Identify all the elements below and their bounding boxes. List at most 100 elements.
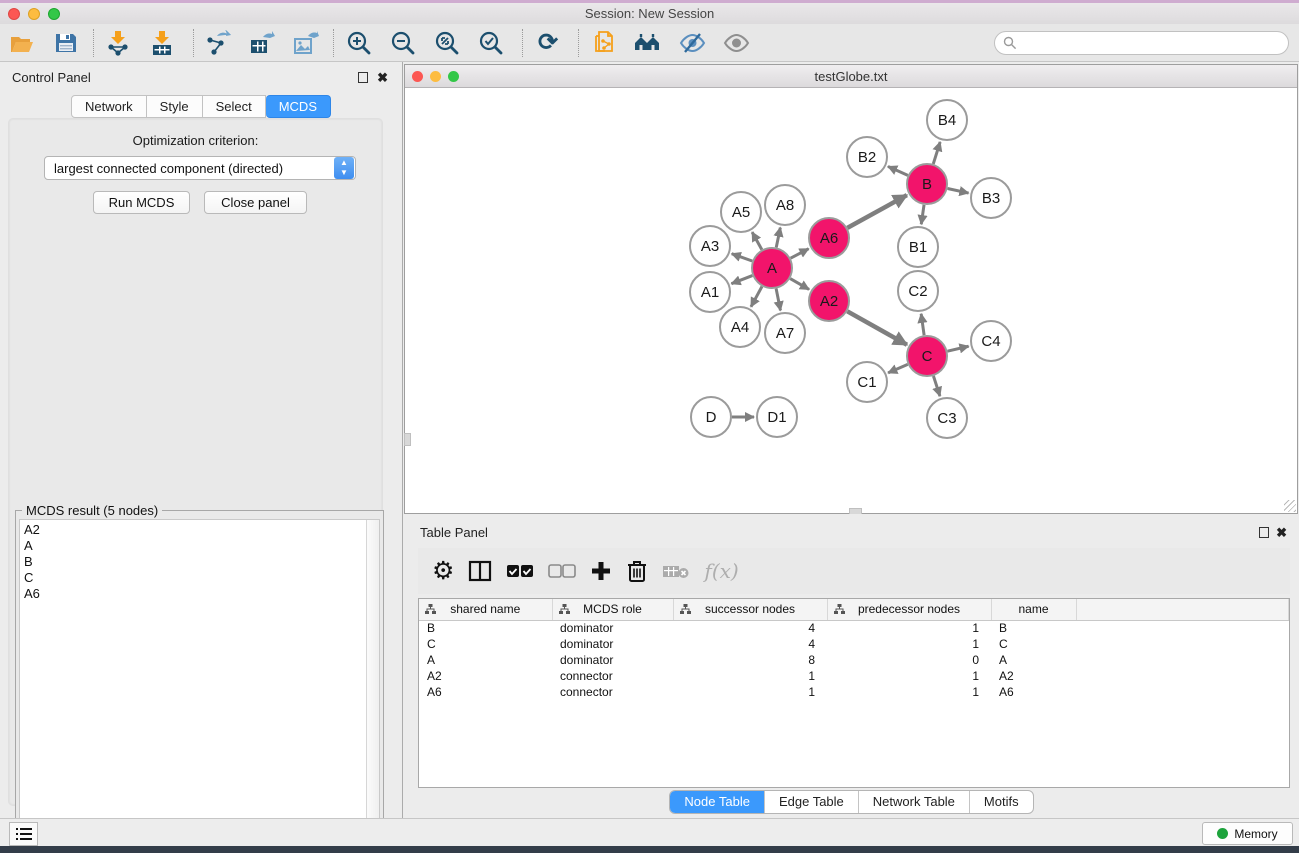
zoom-selected-icon[interactable] (477, 29, 505, 57)
graph-node-A[interactable]: A (752, 248, 792, 288)
table-row[interactable]: Adominator80A (419, 652, 1289, 668)
delete-column-icon[interactable] (626, 556, 648, 586)
canvas-vscroll-stub[interactable] (404, 433, 411, 446)
main-titlebar[interactable]: Session: New Session (0, 3, 1299, 24)
tab-mcds[interactable]: MCDS (266, 95, 331, 118)
graph-edge-A2-C[interactable] (847, 311, 907, 344)
table-row[interactable]: A6connector11A6 (419, 684, 1289, 700)
open-session-icon[interactable] (8, 29, 36, 57)
import-table-icon[interactable] (148, 29, 176, 57)
network-canvas[interactable]: B4B2BB3A8A5A6A3B1AA1C2A2A4A7C4CC1C3DD1 (405, 88, 1297, 513)
graph-node-B1[interactable]: B1 (898, 227, 938, 267)
cell-shared-name[interactable]: A6 (419, 684, 552, 700)
graph-node-B3[interactable]: B3 (971, 178, 1011, 218)
cell-MCDS-role[interactable]: dominator (552, 636, 673, 652)
close-table-panel-icon[interactable]: ✖ (1276, 525, 1287, 541)
graph-node-A2[interactable]: A2 (809, 281, 849, 321)
graph-node-A4[interactable]: A4 (720, 307, 760, 347)
graph-edge-C-C4[interactable] (947, 346, 968, 351)
export-network-icon[interactable] (204, 29, 232, 57)
cell-name[interactable]: A (991, 652, 1076, 668)
graph-node-C4[interactable]: C4 (971, 321, 1011, 361)
tab-style[interactable]: Style (147, 95, 203, 118)
tab-network-table[interactable]: Network Table (859, 791, 970, 813)
search-box[interactable] (994, 31, 1289, 55)
cell-successor-nodes[interactable]: 1 (673, 668, 827, 684)
graph-node-D1[interactable]: D1 (757, 397, 797, 437)
show-network-icon[interactable] (722, 29, 750, 57)
cell-successor-nodes[interactable]: 4 (673, 620, 827, 636)
table-row[interactable]: Cdominator41C (419, 636, 1289, 652)
tab-network[interactable]: Network (71, 95, 147, 118)
graph-edge-C-C1[interactable] (888, 364, 908, 373)
deselect-all-columns-icon[interactable] (548, 556, 576, 586)
column-header-name[interactable]: name (991, 599, 1076, 620)
function-builder-icon[interactable]: f(x) (704, 556, 738, 586)
cell-MCDS-role[interactable]: dominator (552, 652, 673, 668)
cell-shared-name[interactable]: B (419, 620, 552, 636)
graph-edge-A-A1[interactable] (731, 276, 752, 284)
column-header-MCDS-role[interactable]: MCDS role (552, 599, 673, 620)
graph-node-B[interactable]: B (907, 164, 947, 204)
cell-successor-nodes[interactable]: 4 (673, 636, 827, 652)
close-panel-icon[interactable]: ✖ (377, 70, 388, 86)
window-resize-grip[interactable] (1284, 500, 1296, 512)
task-history-button[interactable] (9, 822, 38, 846)
tab-select[interactable]: Select (203, 95, 266, 118)
table-row[interactable]: Bdominator41B (419, 620, 1289, 636)
graph-node-A5[interactable]: A5 (721, 192, 761, 232)
run-mcds-button[interactable]: Run MCDS (93, 191, 190, 214)
cell-MCDS-role[interactable]: dominator (552, 620, 673, 636)
graph-edge-C-C2[interactable] (921, 314, 924, 335)
cell-predecessor-nodes[interactable]: 1 (827, 668, 991, 684)
graph-edge-A-A3[interactable] (732, 254, 753, 261)
tab-node-table[interactable]: Node Table (670, 791, 765, 813)
cell-name[interactable]: C (991, 636, 1076, 652)
search-input[interactable] (1017, 33, 1288, 53)
memory-button[interactable]: Memory (1202, 822, 1293, 845)
graph-edge-A-A8[interactable] (776, 228, 780, 248)
float-table-panel-icon[interactable] (1259, 527, 1269, 538)
graph-node-C1[interactable]: C1 (847, 362, 887, 402)
cell-name[interactable]: A2 (991, 668, 1076, 684)
tab-edge-table[interactable]: Edge Table (765, 791, 859, 813)
save-session-icon[interactable] (52, 29, 80, 57)
split-view-icon[interactable] (468, 556, 492, 586)
graph-edge-B-B2[interactable] (888, 166, 908, 175)
select-all-columns-icon[interactable] (506, 556, 534, 586)
graph-node-C3[interactable]: C3 (927, 398, 967, 438)
graph-node-A8[interactable]: A8 (765, 185, 805, 225)
float-panel-icon[interactable] (358, 72, 368, 83)
graph-edge-A-A4[interactable] (751, 286, 762, 306)
network-window-titlebar[interactable]: testGlobe.txt (405, 65, 1297, 88)
cell-shared-name[interactable]: A2 (419, 668, 552, 684)
graph-node-D[interactable]: D (691, 397, 731, 437)
graph-edge-B-B4[interactable] (933, 142, 940, 164)
graph-node-B4[interactable]: B4 (927, 100, 967, 140)
column-header-predecessor-nodes[interactable]: predecessor nodes (827, 599, 991, 620)
table-row[interactable]: A2connector11A2 (419, 668, 1289, 684)
graph-edge-A-A2[interactable] (790, 279, 809, 290)
graph-node-A7[interactable]: A7 (765, 313, 805, 353)
graph-edge-A-A5[interactable] (752, 232, 762, 250)
graph-node-B2[interactable]: B2 (847, 137, 887, 177)
column-settings-gear-icon[interactable]: ⚙ (432, 556, 454, 586)
result-item[interactable]: A6 (24, 586, 379, 602)
delete-table-icon[interactable] (662, 556, 690, 586)
cell-shared-name[interactable]: C (419, 636, 552, 652)
refresh-icon[interactable]: ⟳ (534, 29, 562, 57)
cell-predecessor-nodes[interactable]: 1 (827, 636, 991, 652)
cell-MCDS-role[interactable]: connector (552, 684, 673, 700)
graph-edge-B-B1[interactable] (921, 205, 924, 224)
cell-predecessor-nodes[interactable]: 0 (827, 652, 991, 668)
export-image-icon[interactable] (292, 29, 320, 57)
graph-node-A6[interactable]: A6 (809, 218, 849, 258)
graph-node-C2[interactable]: C2 (898, 271, 938, 311)
cell-predecessor-nodes[interactable]: 1 (827, 620, 991, 636)
result-item[interactable]: A (24, 538, 379, 554)
cell-predecessor-nodes[interactable]: 1 (827, 684, 991, 700)
cell-MCDS-role[interactable]: connector (552, 668, 673, 684)
zoom-fit-icon[interactable] (433, 29, 461, 57)
node-table[interactable]: shared nameMCDS rolesuccessor nodesprede… (419, 599, 1289, 700)
column-header-successor-nodes[interactable]: successor nodes (673, 599, 827, 620)
